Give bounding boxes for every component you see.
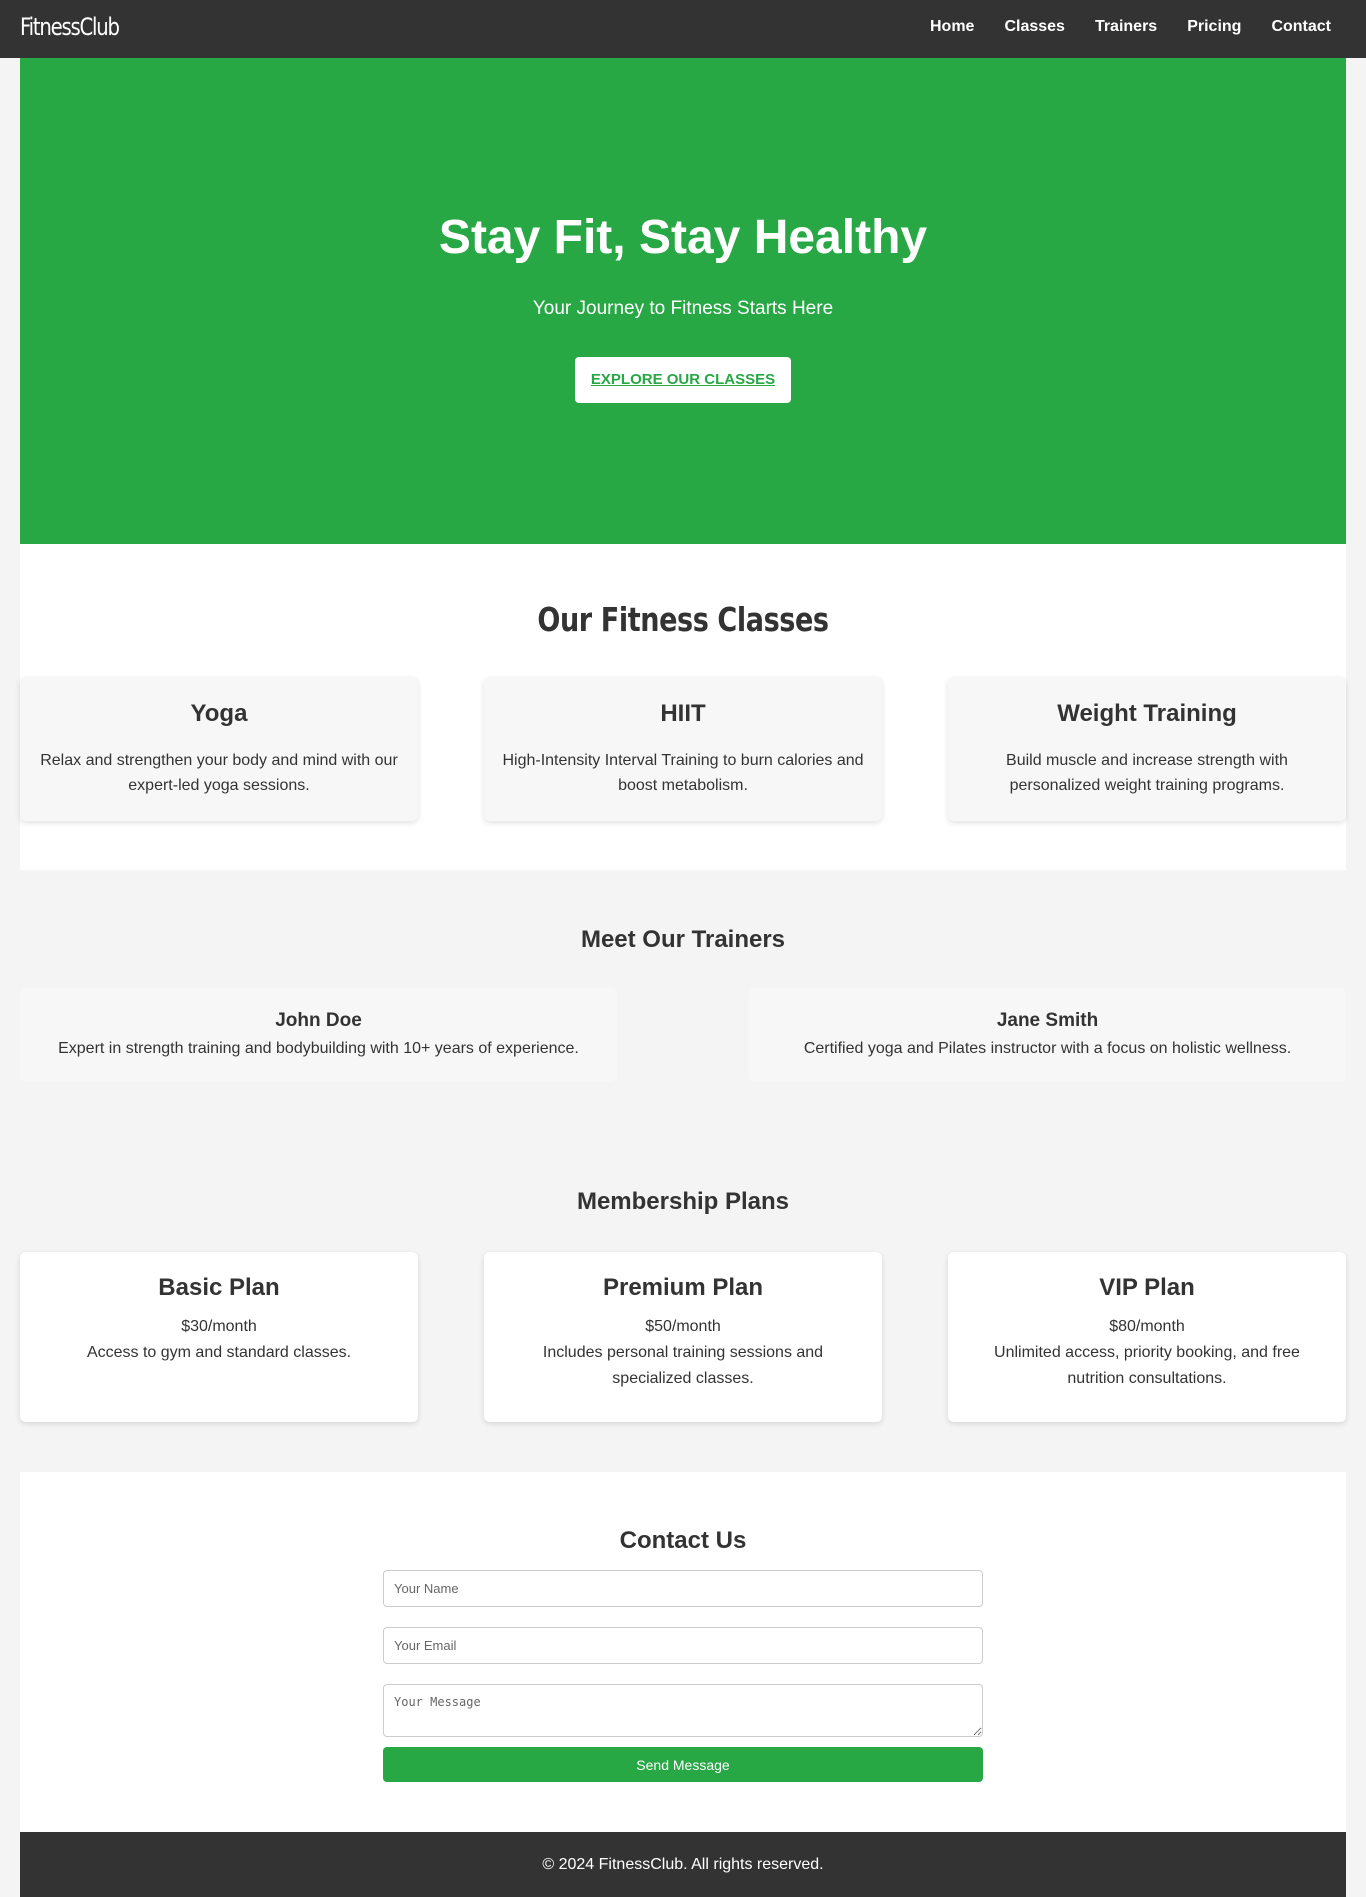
- trainer-name: John Doe: [275, 1010, 362, 1031]
- trainers-title: Meet Our Trainers: [580, 926, 786, 953]
- classes-section: Our Fitness Classes Yoga Relax and stren…: [20, 544, 1346, 870]
- class-description: Relax and strengthen your body and mind …: [40, 752, 398, 794]
- site-logo[interactable]: FitnessClub: [20, 13, 120, 41]
- nav-trainers[interactable]: Trainers: [1095, 18, 1157, 36]
- classes-title: Our Fitness Classes: [537, 600, 829, 639]
- copyright-text: © 2024 FitnessClub. All rights reserved.: [542, 1856, 824, 1873]
- plan-card-premium: Premium Plan $50/month Includes personal…: [484, 1252, 882, 1422]
- hero-subtitle: Your Journey to Fitness Starts Here: [532, 298, 834, 319]
- plan-name: Basic Plan: [158, 1274, 280, 1301]
- class-description: High-Intensity Interval Training to burn…: [502, 752, 864, 794]
- plan-card-vip: VIP Plan $80/month Unlimited access, pri…: [948, 1252, 1346, 1422]
- name-input[interactable]: [383, 1570, 983, 1607]
- hero-section: Stay Fit, Stay Healthy Your Journey to F…: [20, 58, 1346, 544]
- trainers-section: Meet Our Trainers John Doe Expert in str…: [0, 870, 1366, 1132]
- class-description: Build muscle and increase strength with …: [1006, 752, 1288, 794]
- plan-card-basic: Basic Plan $30/month Access to gym and s…: [20, 1252, 418, 1422]
- plan-description: Access to gym and standard classes.: [86, 1344, 352, 1361]
- trainer-name: Jane Smith: [996, 1010, 1099, 1031]
- site-footer: © 2024 FitnessClub. All rights reserved.: [20, 1832, 1346, 1897]
- pricing-section: Membership Plans Basic Plan $30/month Ac…: [0, 1132, 1366, 1472]
- site-header: FitnessClub Home Classes Trainers Pricin…: [0, 0, 1366, 58]
- class-card-yoga: Yoga Relax and strengthen your body and …: [20, 677, 418, 821]
- contact-title: Contact Us: [619, 1527, 747, 1554]
- message-input[interactable]: [383, 1684, 983, 1737]
- contact-section: Contact Us Send Message: [20, 1472, 1346, 1832]
- class-name: Yoga: [190, 700, 248, 727]
- hero-title: Stay Fit, Stay Healthy: [438, 211, 928, 264]
- pricing-title: Membership Plans: [576, 1188, 790, 1215]
- explore-classes-button[interactable]: EXPLORE OUR CLASSES: [575, 357, 791, 403]
- email-input[interactable]: [383, 1627, 983, 1664]
- class-name: HIIT: [660, 700, 706, 727]
- send-message-button[interactable]: Send Message: [383, 1747, 983, 1782]
- nav-classes[interactable]: Classes: [1004, 18, 1065, 36]
- plan-price: $50/month: [645, 1318, 721, 1335]
- plan-price: $80/month: [1109, 1318, 1185, 1335]
- main-nav: Home Classes Trainers Pricing Contact: [930, 18, 1331, 36]
- plan-name: VIP Plan: [1099, 1274, 1195, 1301]
- nav-home[interactable]: Home: [930, 18, 974, 36]
- class-card-weight-training: Weight Training Build muscle and increas…: [948, 677, 1346, 821]
- trainer-description: Certified yoga and Pilates instructor wi…: [803, 1040, 1292, 1057]
- trainer-card-jane-smith: Jane Smith Certified yoga and Pilates in…: [749, 988, 1346, 1082]
- page: FitnessClub Home Classes Trainers Pricin…: [0, 0, 1366, 1897]
- trainer-description: Expert in strength training and bodybuil…: [58, 1040, 579, 1057]
- plan-name: Premium Plan: [602, 1274, 764, 1301]
- plan-description: Includes personal training sessions and …: [542, 1344, 824, 1387]
- class-name: Weight Training: [1057, 700, 1237, 727]
- plan-description: Unlimited access, priority booking, and …: [994, 1344, 1300, 1387]
- trainer-card-john-doe: John Doe Expert in strength training and…: [20, 988, 617, 1082]
- class-card-hiit: HIIT High-Intensity Interval Training to…: [484, 677, 882, 821]
- nav-contact[interactable]: Contact: [1271, 18, 1331, 36]
- plan-price: $30/month: [181, 1318, 257, 1335]
- nav-pricing[interactable]: Pricing: [1187, 18, 1241, 36]
